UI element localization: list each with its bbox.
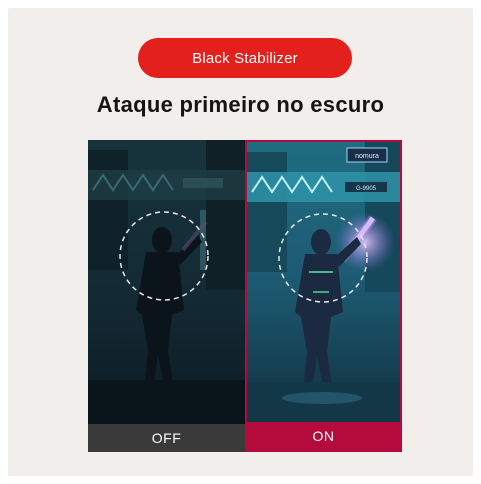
on-label: ON: [312, 428, 335, 444]
headline: Ataque primeiro no escuro: [96, 92, 385, 117]
off-panel: OFF: [88, 140, 245, 452]
on-panel: nomura G-9905 ON: [245, 140, 402, 452]
on-label-bar: ON: [247, 422, 400, 450]
sign-code-text: G-9905: [356, 186, 377, 192]
brightened-scene-image: nomura G-9905: [247, 142, 400, 426]
comparison-image: OFF nomura G-9905 ON: [88, 140, 402, 452]
off-label-bar: OFF: [88, 424, 245, 452]
black-stabilizer-badge: Black Stabilizer: [138, 38, 352, 78]
dark-scene-image: [88, 140, 245, 424]
off-label: OFF: [151, 430, 182, 446]
nomura-sign-text: nomura: [355, 153, 379, 160]
badge-label: Black Stabilizer: [192, 49, 298, 67]
